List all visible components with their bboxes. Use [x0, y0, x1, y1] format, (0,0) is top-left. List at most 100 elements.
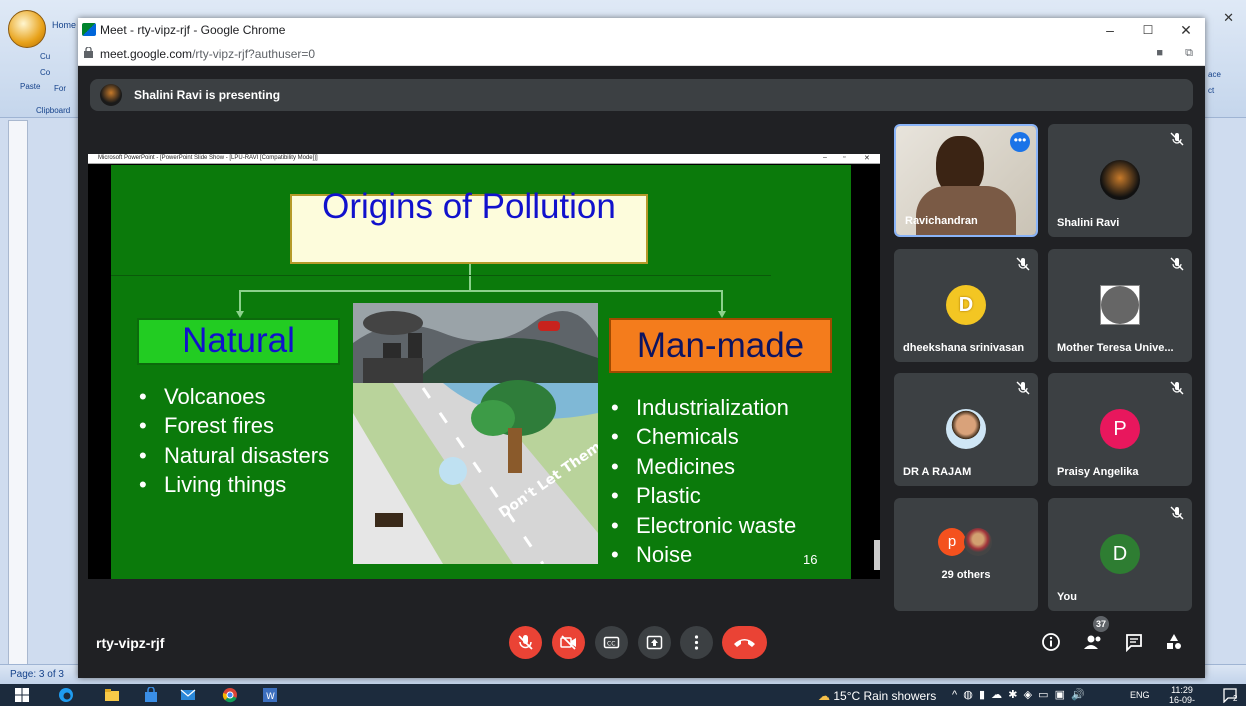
list-item: Chemicals: [611, 422, 796, 451]
windows-taskbar: W ☁ 15°C Rain showers ^ ◍ ▮ ☁ ✱ ◈ ▭ ▣ 🔊 …: [0, 684, 1246, 715]
word-format-label[interactable]: For: [54, 84, 66, 93]
camera-toggle-button[interactable]: [552, 626, 585, 659]
powerpoint-title-bar: Microsoft PowerPoint - [PowerPoint Slide…: [88, 154, 880, 164]
word-close-icon[interactable]: ✕: [1223, 10, 1234, 26]
more-vert-icon: [694, 635, 699, 650]
captions-icon: CC: [603, 636, 620, 649]
list-item: Noise: [611, 540, 796, 569]
mic-off-icon: [1016, 381, 1030, 395]
word-ribbon-right-2: ct: [1208, 86, 1215, 95]
svg-text:CC: CC: [607, 641, 615, 648]
lock-icon: [84, 47, 93, 58]
broken-image-icon: [1100, 285, 1140, 325]
shared-screen: Microsoft PowerPoint - [PowerPoint Slide…: [88, 154, 880, 579]
hang-up-icon: [734, 639, 755, 647]
list-item: Forest fires: [139, 411, 329, 440]
natural-heading: Natural: [182, 321, 295, 360]
chrome-window: Meet - rty-vipz-rjf - Google Chrome – ☐ …: [78, 18, 1205, 678]
participant-avatar: D: [946, 285, 986, 325]
clock[interactable]: 11:29 16-09-2021: [1160, 685, 1204, 715]
leave-call-button[interactable]: [722, 626, 767, 659]
translate-icon[interactable]: ⧉: [1185, 47, 1193, 60]
mic-off-icon: [1170, 257, 1184, 271]
list-item: Industrialization: [611, 393, 796, 422]
system-tray[interactable]: ^ ◍ ▮ ☁ ✱ ◈ ▭ ▣ 🔊: [952, 688, 1085, 701]
url-path: /rty-vipz-rjf?authuser=0: [192, 47, 316, 61]
word-clipboard-label: Clipboard: [36, 106, 71, 115]
meet-favicon-icon: [82, 23, 96, 36]
camera-off-icon: [560, 635, 576, 650]
list-item: Medicines: [611, 452, 796, 481]
word-tab-home[interactable]: Home: [52, 20, 76, 30]
chrome-icon[interactable]: [222, 687, 238, 703]
participant-name: You: [1057, 591, 1077, 603]
clock-time: 11:29: [1171, 685, 1193, 695]
more-options-icon[interactable]: •••: [1010, 132, 1030, 152]
people-icon[interactable]: [1083, 632, 1103, 652]
participant-tile-shalini[interactable]: Shalini Ravi: [1048, 124, 1192, 237]
chat-icon[interactable]: [1124, 632, 1144, 652]
mic-off-icon: [1170, 132, 1184, 146]
camera-icon[interactable]: ■: [1156, 47, 1163, 59]
participant-name: Ravichandran: [905, 215, 978, 227]
present-now-button[interactable]: [638, 626, 671, 659]
captions-button[interactable]: CC: [595, 626, 628, 659]
list-item: Electronic waste: [611, 511, 796, 540]
word-taskbar-icon[interactable]: W: [262, 687, 278, 703]
participant-tile-others[interactable]: p 29 others: [894, 498, 1038, 611]
file-explorer-icon[interactable]: [104, 687, 120, 703]
meeting-info-icon[interactable]: [1041, 632, 1061, 652]
chrome-title-bar: Meet - rty-vipz-rjf - Google Chrome – ☐ …: [78, 18, 1205, 42]
screen-scrollbar[interactable]: [874, 540, 880, 570]
mic-off-icon: [1170, 506, 1184, 520]
word-cut-label[interactable]: Cu: [40, 52, 50, 61]
activities-icon[interactable]: [1164, 632, 1184, 652]
participant-tile-rajam[interactable]: DR A RAJAM: [894, 373, 1038, 486]
vertical-ruler: [8, 120, 28, 665]
window-title: Meet - rty-vipz-rjf - Google Chrome: [100, 23, 286, 37]
list-item: Volcanoes: [139, 382, 329, 411]
presenting-banner: Shalini Ravi is presenting: [90, 79, 1193, 111]
store-icon[interactable]: [143, 687, 159, 703]
participant-tile-mother-teresa[interactable]: Mother Teresa Unive...: [1048, 249, 1192, 362]
edge-icon[interactable]: [58, 687, 74, 703]
participant-tile-you[interactable]: D You: [1048, 498, 1192, 611]
weather-text: 15°C Rain showers: [833, 689, 937, 703]
word-copy-label[interactable]: Co: [40, 68, 50, 77]
word-ribbon-right-1: ace: [1208, 70, 1221, 79]
list-item: Living things: [139, 470, 329, 499]
maximize-button[interactable]: ☐: [1129, 20, 1167, 40]
list-item: Natural disasters: [139, 441, 329, 470]
participant-avatar: D: [1100, 534, 1140, 574]
word-paste-label[interactable]: Paste: [20, 82, 40, 91]
url-text[interactable]: meet.google.com/rty-vipz-rjf?authuser=0: [100, 47, 315, 61]
participant-tile-dheekshana[interactable]: D dheekshana srinivasan: [894, 249, 1038, 362]
presenting-text: Shalini Ravi is presenting: [134, 88, 281, 102]
address-bar[interactable]: meet.google.com/rty-vipz-rjf?authuser=0 …: [78, 42, 1205, 66]
list-item: Plastic: [611, 481, 796, 510]
present-icon: [646, 635, 663, 650]
meeting-code: rty-vipz-rjf: [96, 635, 165, 651]
participant-avatar: [1100, 160, 1140, 200]
participant-name: DR A RAJAM: [903, 466, 972, 478]
ppt-restore-icon: ▫: [843, 154, 846, 161]
weather-widget[interactable]: ☁ 15°C Rain showers: [818, 689, 936, 703]
people-count-badge: 37: [1093, 616, 1109, 632]
participant-name: dheekshana srinivasan: [903, 342, 1025, 354]
office-button[interactable]: [8, 10, 46, 48]
close-button[interactable]: ✕: [1167, 20, 1205, 40]
windows-start-icon[interactable]: [14, 687, 30, 703]
minimize-button[interactable]: –: [1091, 20, 1129, 40]
participant-tile-ravichandran[interactable]: ••• Ravichandran: [894, 124, 1038, 237]
mail-icon[interactable]: [180, 687, 196, 703]
participant-tile-praisy[interactable]: P Praisy Angelika: [1048, 373, 1192, 486]
mic-toggle-button[interactable]: [509, 626, 542, 659]
language-indicator[interactable]: ENG: [1130, 690, 1150, 700]
powerpoint-title: Microsoft PowerPoint - [PowerPoint Slide…: [98, 155, 318, 161]
participant-name: Mother Teresa Unive...: [1057, 342, 1174, 354]
participant-name: 29 others: [941, 569, 991, 581]
participant-name: Shalini Ravi: [1057, 217, 1120, 229]
more-options-button[interactable]: [680, 626, 713, 659]
manmade-heading: Man-made: [636, 326, 805, 365]
notification-count: 2: [1233, 694, 1238, 703]
